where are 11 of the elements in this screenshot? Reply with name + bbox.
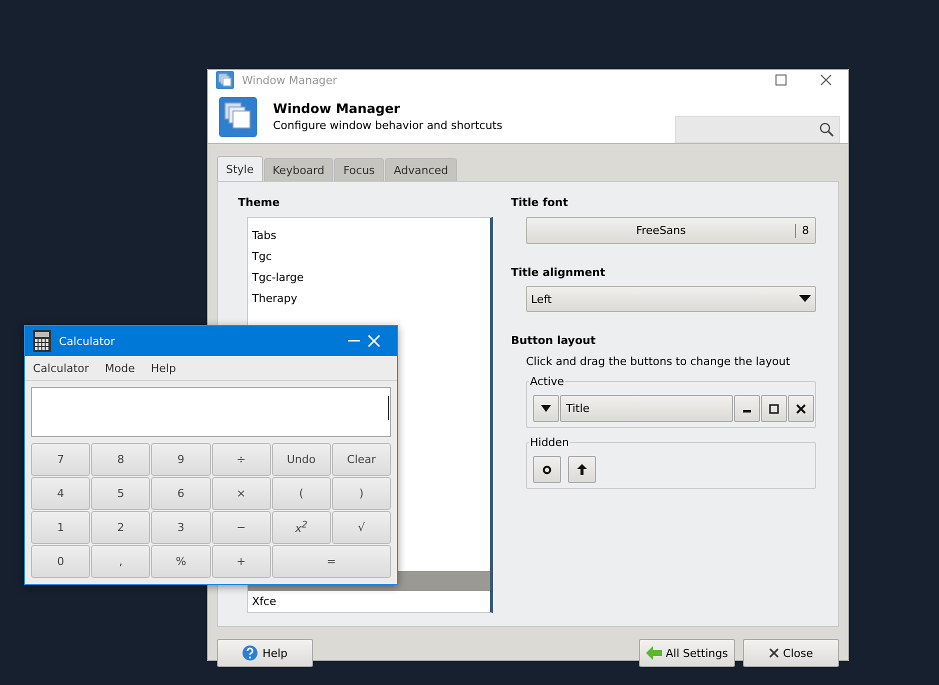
header-title: Window Manager bbox=[273, 102, 402, 116]
group-label: Active bbox=[529, 375, 566, 388]
header-subtitle: Configure window behavior and shortcuts bbox=[273, 118, 502, 132]
group-label: Hidden bbox=[529, 436, 570, 449]
button-layout-label: Button layout bbox=[511, 334, 597, 347]
hint-text: Click and drag the buttons to change the layout bbox=[526, 355, 792, 368]
title-font-label: Title font bbox=[511, 196, 570, 209]
title-alignment-label: Title alignment bbox=[511, 266, 606, 279]
window-title: Calculator bbox=[59, 334, 115, 348]
theme-label: Theme bbox=[238, 196, 281, 209]
window-title: Window Manager bbox=[242, 74, 338, 86]
